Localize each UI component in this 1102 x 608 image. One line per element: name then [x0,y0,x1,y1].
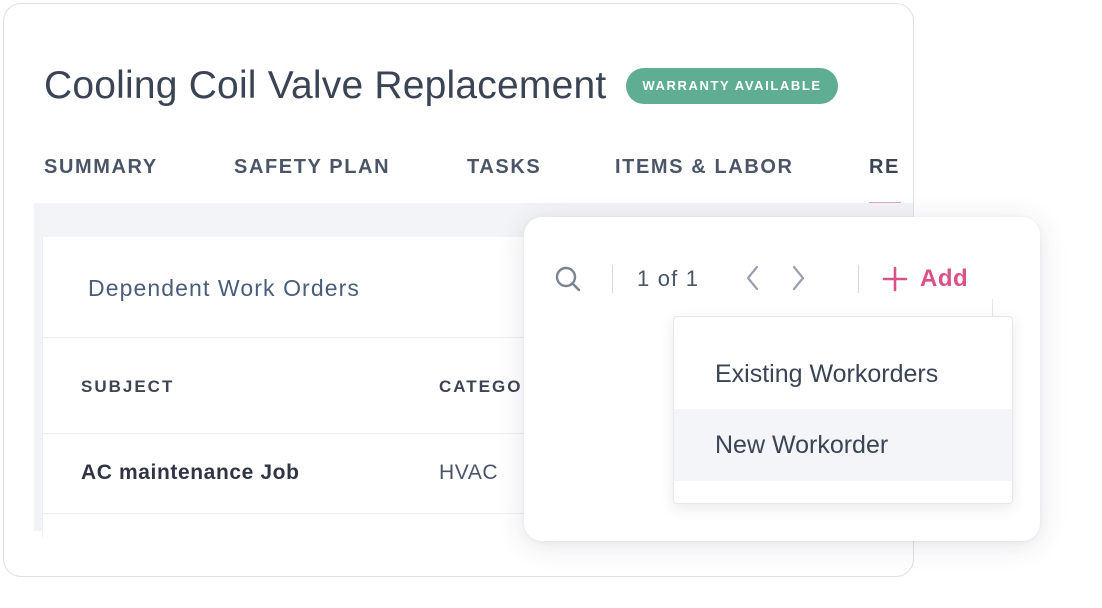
plus-icon [882,266,908,292]
chevron-left-icon[interactable] [741,261,765,295]
tab-related[interactable]: RE [869,156,900,179]
chevron-right-icon[interactable] [786,261,810,295]
warranty-badge: WARRANTY AVAILABLE [626,68,838,104]
screen: Cooling Coil Valve Replacement WARRANTY … [0,0,1102,608]
panel-gutter [34,237,42,531]
add-button[interactable]: Add [882,261,968,297]
tab-bar: SUMMARY SAFETY PLAN TASKS ITEMS & LABOR … [44,156,913,206]
cell-category: HVAC [439,461,499,484]
tab-tasks[interactable]: TASKS [467,156,541,179]
table-toolbar: 1 of 1 Add [524,257,1040,301]
add-dropdown-menu: Existing Workorders New Workorder [673,316,1013,504]
toolbar-separator [858,265,859,293]
tab-items-labor[interactable]: ITEMS & LABOR [615,156,794,179]
toolbar-separator [612,265,613,293]
toolbar-popover: 1 of 1 Add Existing Workorders New Worko… [524,217,1040,541]
tab-safety-plan[interactable]: SAFETY PLAN [234,156,390,179]
menu-item-existing-workorders[interactable]: Existing Workorders [674,338,1012,410]
section-title: Dependent Work Orders [88,275,360,301]
tab-summary[interactable]: SUMMARY [44,156,158,179]
menu-item-new-workorder[interactable]: New Workorder [674,409,1012,481]
column-header-subject[interactable]: SUBJECT [81,377,174,397]
page-title: Cooling Coil Valve Replacement [44,64,607,107]
add-button-label: Add [920,265,969,292]
column-header-category[interactable]: CATEGO [439,377,522,397]
header: Cooling Coil Valve Replacement WARRANTY … [44,64,838,108]
pagination-text: 1 of 1 [637,266,700,291]
cell-subject: AC maintenance Job [81,461,300,484]
search-icon[interactable] [552,263,584,295]
